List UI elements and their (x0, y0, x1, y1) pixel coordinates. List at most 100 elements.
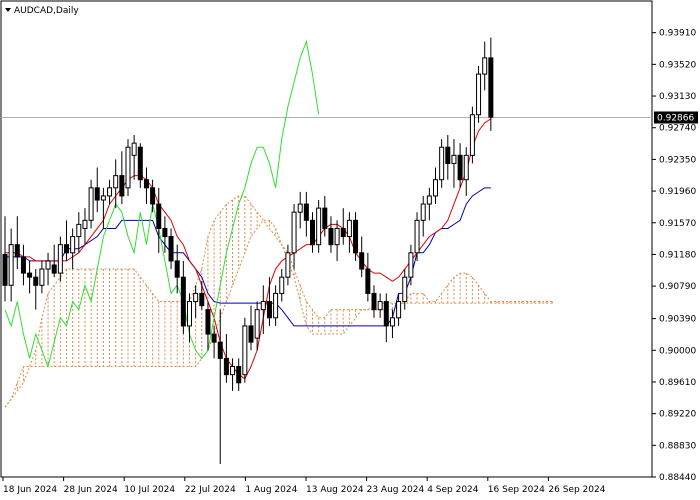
candle-body (70, 236, 76, 254)
candle-body (439, 146, 445, 181)
candle-body (187, 301, 192, 327)
candle-body (119, 175, 125, 197)
candle-body (396, 301, 402, 319)
candle-body (199, 292, 205, 307)
plot-area (0, 0, 653, 478)
candle-body (451, 154, 457, 164)
candle-body (279, 276, 285, 294)
candle-body (297, 203, 303, 213)
candle-body (236, 366, 242, 384)
candle-body (310, 219, 315, 246)
candle-body (254, 309, 260, 339)
candle-body (217, 341, 223, 359)
candle-body (371, 292, 377, 311)
y-tick-label: 0.92350 (659, 155, 696, 165)
candle-body (88, 187, 94, 221)
candle-body (248, 325, 254, 343)
x-tick-label: 10 Jul 2024 (124, 485, 175, 495)
candle-body (426, 195, 432, 205)
candle-body (340, 227, 346, 238)
candle-body (445, 146, 451, 164)
candle (469, 106, 475, 164)
y-tick-label: 0.93130 (659, 92, 696, 102)
candle-body (14, 244, 20, 258)
candle-body (260, 301, 266, 311)
candle-body (39, 268, 45, 286)
candle-body (322, 207, 328, 229)
candle-body (51, 264, 57, 274)
y-tick-label: 0.92740 (659, 124, 696, 134)
current-price-label: 0.92866 (654, 111, 698, 124)
y-tick-label: 0.90390 (659, 315, 696, 325)
x-tick-label: 28 Jun 2024 (64, 485, 118, 495)
y-tick-label: 0.91180 (659, 250, 696, 260)
time-axis: 18 Jun 2024 28 Jun 2024 10 Jul 2024 22 Jul … (2, 477, 606, 495)
candle-body (242, 325, 248, 376)
candle-body (125, 146, 131, 189)
y-tick-label: 0.88440 (659, 473, 696, 483)
price-axis: 0.93910 0.93520 0.93130 0.92740 0.92350 0.919… (652, 29, 696, 483)
candle-body (94, 187, 100, 201)
candle (125, 139, 131, 196)
candle (242, 317, 248, 383)
candle-body (20, 256, 26, 274)
candle-body (463, 154, 469, 181)
price-label-text: 0.92866 (657, 113, 694, 123)
candle-body (57, 244, 63, 274)
candle-body (353, 219, 359, 254)
candle-body (143, 179, 149, 189)
candle-body (113, 175, 119, 189)
candle-body (205, 309, 211, 335)
candle-body (211, 333, 217, 343)
ichimoku-chart[interactable]: 0.93910 0.93520 0.93130 0.92740 0.92350 0.919… (0, 0, 700, 500)
candle-body (328, 227, 334, 246)
candle-body (45, 260, 51, 270)
y-tick-label: 0.89610 (659, 378, 696, 388)
candle (476, 65, 482, 123)
candle-body (131, 142, 137, 156)
candle-body (291, 211, 297, 254)
candle-body (64, 244, 69, 254)
candle-body (266, 301, 272, 319)
candle-body (408, 252, 414, 278)
candle-body (285, 252, 291, 278)
x-tick-label: 13 Aug 2024 (306, 485, 364, 495)
y-tick-label: 0.93910 (659, 29, 696, 39)
candle (316, 200, 322, 253)
candle-body (303, 203, 309, 221)
candle-body (156, 203, 162, 229)
candle-body (488, 57, 494, 118)
y-tick-label: 0.93520 (659, 60, 696, 70)
y-tick-label: 0.88830 (659, 441, 696, 451)
chart-title: AUDCAD,Daily (5, 6, 79, 16)
y-tick-label: 0.89220 (659, 410, 696, 420)
candle-body (365, 268, 371, 294)
candle-body (414, 219, 420, 254)
candle-body (100, 195, 106, 201)
candle-body (389, 317, 395, 327)
y-tick-label: 0.91570 (659, 219, 696, 229)
candle-body (402, 276, 408, 303)
candle-body (316, 207, 322, 246)
candle-body (482, 57, 488, 75)
y-tick-label: 0.91960 (659, 187, 696, 197)
x-tick-label: 4 Sep 2024 (427, 485, 479, 495)
candle-body (433, 179, 438, 197)
x-tick-label: 23 Aug 2024 (367, 485, 425, 495)
x-tick-label: 16 Sep 2024 (488, 485, 545, 495)
candle-body (334, 227, 340, 246)
candle-body (469, 114, 475, 156)
candle-body (162, 227, 168, 238)
candle-body (383, 301, 389, 327)
candle-body (168, 236, 174, 262)
y-tick-label: 0.90790 (659, 282, 696, 292)
candle-body (377, 301, 383, 311)
candle-body (2, 253, 8, 286)
candle-body (359, 252, 365, 270)
x-tick-label: 22 Jul 2024 (185, 485, 236, 495)
candle-body (76, 223, 82, 238)
candle-body (33, 276, 39, 286)
candle-body (420, 203, 426, 221)
candle-body (82, 219, 88, 229)
x-tick-label: 26 Sep 2024 (548, 485, 605, 495)
